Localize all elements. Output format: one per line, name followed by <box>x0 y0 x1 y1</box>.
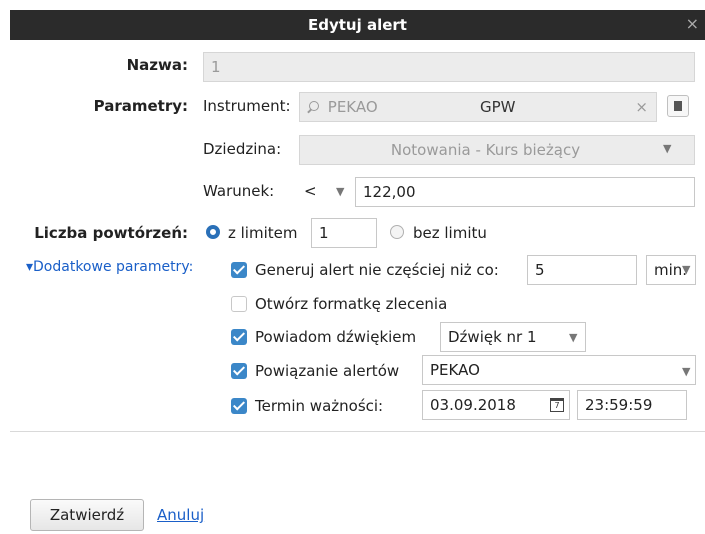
cancel-link[interactable]: Anuluj <box>157 506 204 524</box>
search-icon <box>307 101 319 114</box>
link-alerts-label: Powiązanie alertów <box>255 362 400 380</box>
unit-chevron-icon: ▼ <box>682 263 691 276</box>
open-form-label: Otwórz formatkę zlecenia <box>255 295 448 313</box>
parameters-label: Parametry: <box>93 97 188 115</box>
instrument-picker-icon[interactable] <box>667 95 689 117</box>
operator-chevron-icon: ▼ <box>336 185 345 198</box>
extra-parameters-toggle[interactable]: ▾Dodatkowe parametry: <box>26 259 193 275</box>
expiry-time-input[interactable]: 23:59:59 <box>577 390 687 420</box>
generate-checkbox[interactable] <box>231 262 247 278</box>
sound-chevron-icon: ▼ <box>569 331 578 344</box>
domain-label: Dziedzina: <box>203 140 282 158</box>
close-icon[interactable]: × <box>686 14 699 33</box>
expiry-label: Termin ważności: <box>255 397 384 415</box>
dialog-title: Edytuj alert <box>308 16 407 34</box>
instrument-value: PEKAO <box>327 98 378 116</box>
sound-checkbox[interactable] <box>231 329 247 345</box>
repeats-label: Liczba powtórzeń: <box>34 224 188 242</box>
sound-select[interactable]: Dźwięk nr 1 <box>440 322 586 352</box>
limit-input[interactable]: 1 <box>311 218 377 248</box>
name-label: Nazwa: <box>126 56 188 74</box>
expiry-date-input[interactable]: 03.09.2018 <box>422 390 570 420</box>
sound-label: Powiadom dźwiękiem <box>255 328 417 346</box>
condition-label: Warunek: <box>203 182 275 200</box>
link-alerts-select[interactable]: PEKAO <box>422 355 696 385</box>
dialog-titlebar: Edytuj alert × <box>10 10 705 40</box>
calendar-icon[interactable]: 7 <box>550 398 564 412</box>
no-limit-label: bez limitu <box>413 224 487 242</box>
expiry-checkbox[interactable] <box>231 398 247 414</box>
condition-value-input[interactable]: 122,00 <box>355 177 695 207</box>
clear-icon[interactable]: × <box>635 93 648 121</box>
no-limit-radio[interactable] <box>390 225 404 239</box>
open-form-checkbox[interactable] <box>231 296 247 312</box>
with-limit-radio[interactable] <box>206 225 220 239</box>
generate-interval-input[interactable]: 5 <box>527 255 637 285</box>
confirm-button[interactable]: Zatwierdź <box>30 499 144 531</box>
instrument-label: Instrument: <box>203 97 291 115</box>
generate-label: Generuj alert nie częściej niż co: <box>255 261 499 279</box>
chevron-down-icon: ▼ <box>663 142 672 155</box>
domain-select[interactable]: Notowania - Kurs bieżący <box>299 135 695 165</box>
with-limit-label: z limitem <box>228 224 298 242</box>
instrument-field[interactable]: PEKAO GPW × <box>299 92 657 122</box>
divider <box>10 431 705 432</box>
condition-operator-select[interactable]: < <box>296 177 358 207</box>
link-chevron-icon: ▼ <box>682 365 691 378</box>
link-alerts-checkbox[interactable] <box>231 363 247 379</box>
name-field[interactable]: 1 <box>203 52 695 82</box>
instrument-market: GPW <box>480 98 516 116</box>
